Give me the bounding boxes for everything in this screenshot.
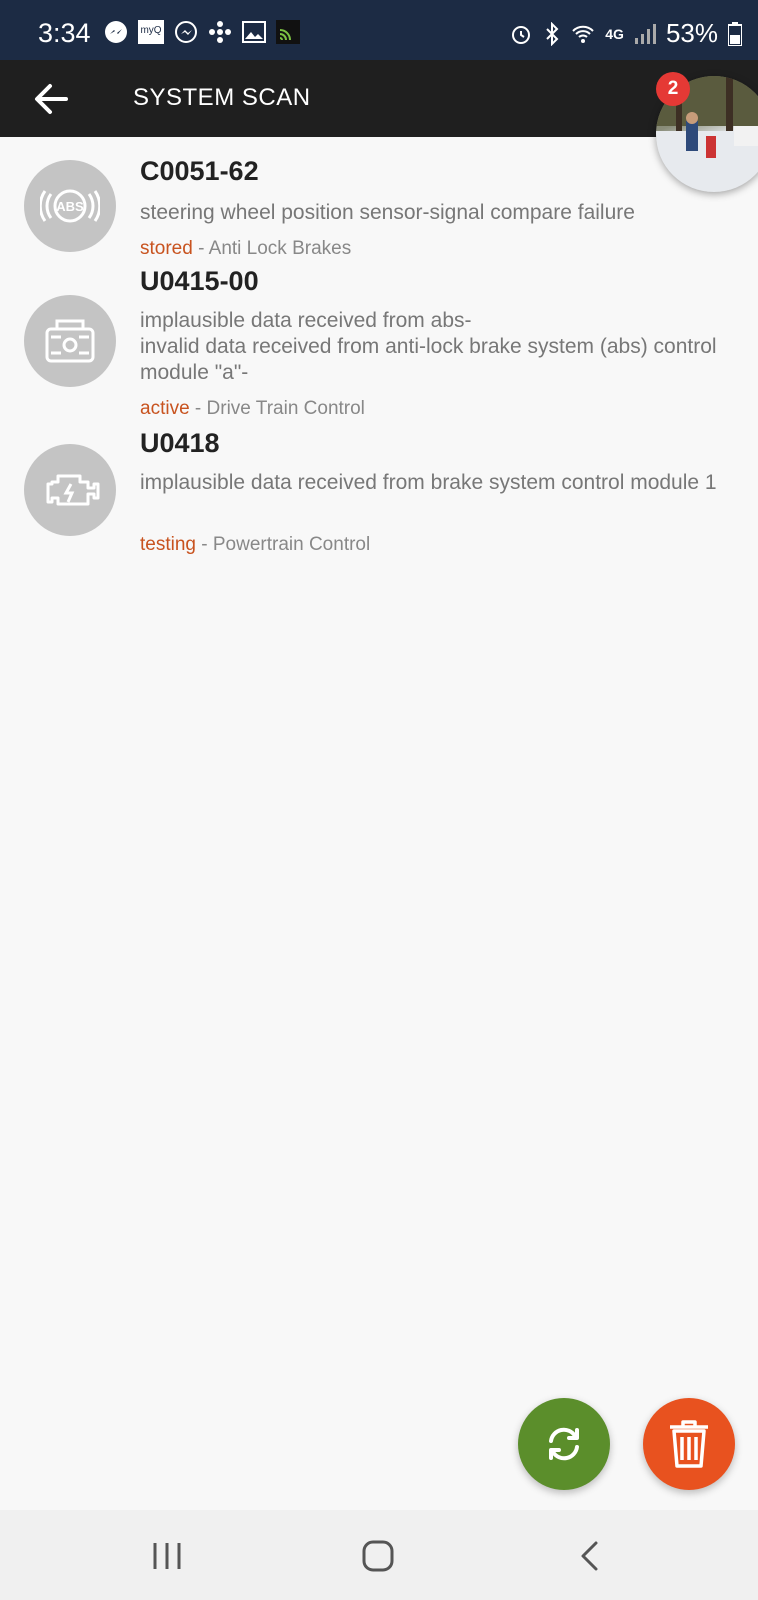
home-button[interactable] bbox=[356, 1534, 400, 1578]
trash-icon bbox=[670, 1420, 708, 1468]
messenger-outline-icon bbox=[174, 20, 198, 44]
back-button[interactable] bbox=[30, 78, 74, 120]
battery-icon bbox=[728, 21, 742, 46]
recents-button[interactable] bbox=[145, 1534, 189, 1578]
notification-icons: myQ bbox=[104, 20, 300, 44]
delete-button[interactable] bbox=[643, 1398, 735, 1490]
lte-icon: 4G bbox=[605, 26, 624, 42]
myq-icon: myQ bbox=[138, 20, 164, 44]
wifi-icon bbox=[571, 22, 595, 46]
messenger-icon bbox=[104, 20, 128, 44]
refresh-button[interactable] bbox=[518, 1398, 610, 1490]
code-description: implausible data received from abs- inva… bbox=[140, 309, 717, 384]
arrow-left-icon bbox=[35, 84, 68, 114]
code-title: U0418 bbox=[140, 428, 220, 458]
gallery-icon bbox=[242, 21, 266, 43]
home-icon bbox=[362, 1540, 394, 1572]
status-time: 3:34 bbox=[38, 18, 91, 48]
list-item[interactable]: ABS C0051-62 steering wheel position sen… bbox=[0, 150, 758, 260]
transmission-icon bbox=[24, 295, 116, 387]
cast-icon bbox=[276, 20, 300, 44]
app-bar: SYSTEM SCAN bbox=[0, 60, 758, 137]
status-badge: stored bbox=[140, 238, 193, 259]
system-back-button[interactable] bbox=[568, 1534, 612, 1578]
list-item[interactable]: U0418 implausible data received from bra… bbox=[0, 424, 758, 560]
status-bar: 3:34 myQ 4G 53% bbox=[0, 0, 758, 60]
code-description: steering wheel position sensor-signal co… bbox=[140, 201, 635, 224]
network-type: 4G bbox=[605, 25, 624, 42]
notification-badge: 2 bbox=[656, 72, 690, 106]
system-nav-bar bbox=[0, 1510, 758, 1600]
svg-text:ABS: ABS bbox=[56, 199, 84, 214]
signal-icon bbox=[634, 23, 656, 45]
code-title: C0051-62 bbox=[140, 156, 259, 186]
status-badge: active bbox=[140, 398, 190, 419]
code-meta: testing - Powertrain Control bbox=[140, 534, 370, 556]
back-icon bbox=[581, 1541, 598, 1571]
recents-icon bbox=[153, 1543, 181, 1569]
battery-percent: 53% bbox=[665, 18, 718, 48]
code-title: U0415-00 bbox=[140, 266, 259, 296]
code-description: implausible data received from brake sys… bbox=[140, 471, 717, 494]
system-icons: 4G 53% bbox=[509, 18, 742, 49]
list-item[interactable]: U0415-00 implausible data received from … bbox=[0, 262, 758, 422]
module-name: - Powertrain Control bbox=[195, 534, 371, 555]
myq-label: myQ bbox=[140, 24, 162, 36]
engine-icon bbox=[24, 444, 116, 536]
refresh-icon bbox=[549, 1427, 579, 1461]
alarm-icon bbox=[509, 22, 533, 46]
code-meta: active - Drive Train Control bbox=[140, 398, 365, 420]
bluetooth-icon bbox=[543, 21, 561, 46]
code-meta: stored - Anti Lock Brakes bbox=[140, 238, 351, 260]
status-badge: testing bbox=[140, 534, 196, 555]
module-name: - Drive Train Control bbox=[189, 398, 365, 419]
abs-icon: ABS bbox=[24, 160, 116, 252]
module-name: - Anti Lock Brakes bbox=[192, 238, 352, 259]
page-title: SYSTEM SCAN bbox=[133, 84, 311, 111]
fan-icon bbox=[208, 20, 232, 44]
